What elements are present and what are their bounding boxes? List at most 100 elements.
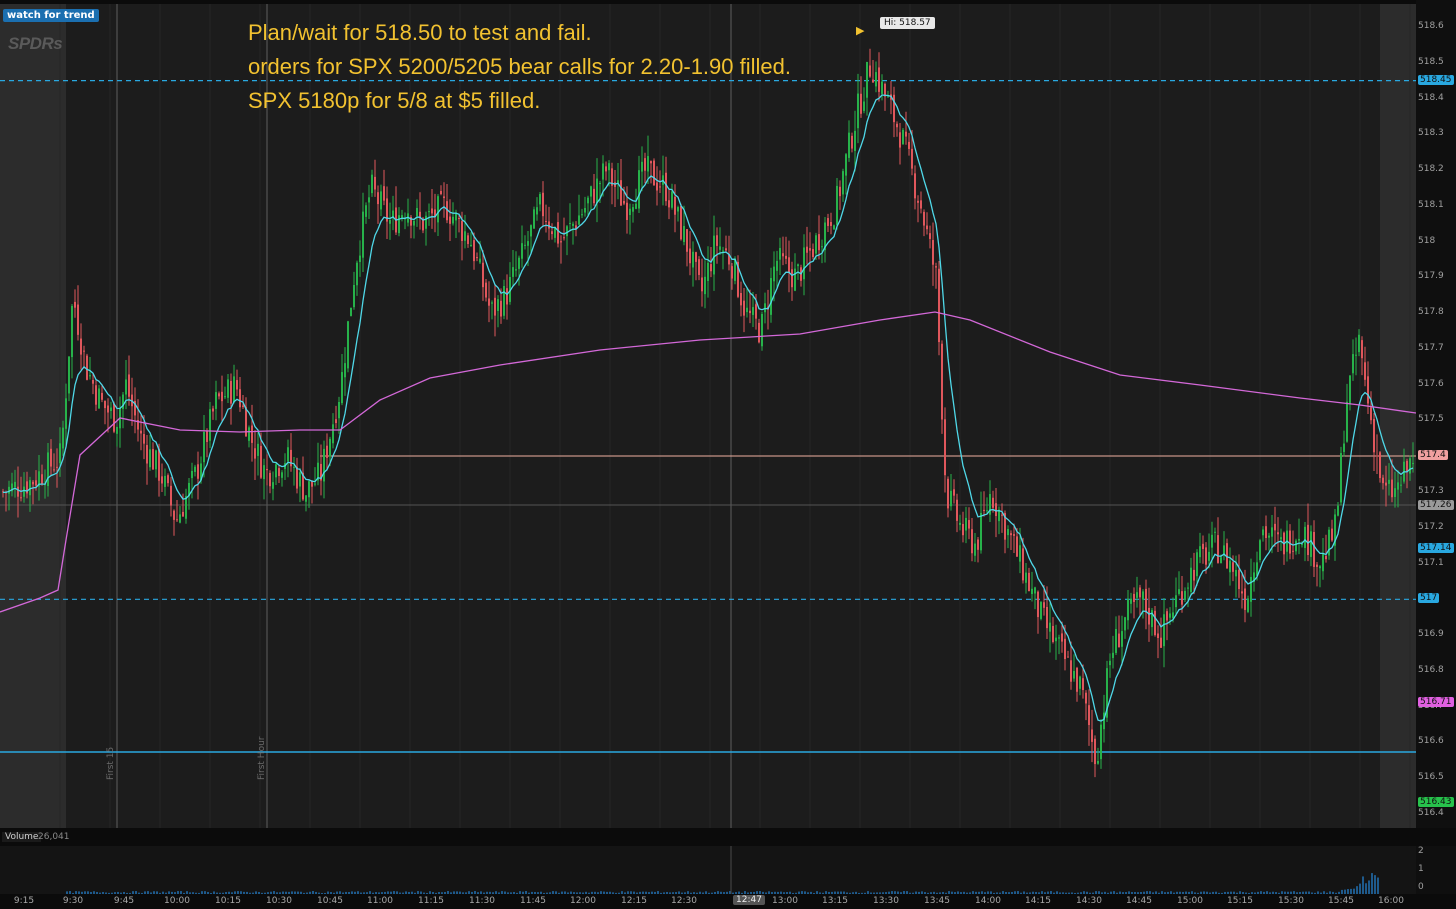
- candle-body: [479, 258, 481, 263]
- candles: [2, 48, 1414, 778]
- candle-body: [1172, 612, 1174, 619]
- candle-body: [521, 243, 523, 259]
- candle-body: [605, 166, 607, 172]
- candle-body: [920, 200, 922, 209]
- candle-body: [866, 61, 868, 98]
- candle-body: [1394, 488, 1396, 497]
- price-pane[interactable]: watch for trend SPDRs Plan/wait for 518.…: [0, 0, 1416, 828]
- candle-body: [215, 392, 217, 409]
- candle-body: [980, 512, 982, 551]
- candle-body: [1010, 533, 1012, 536]
- candle-body: [1016, 536, 1018, 557]
- candle-body: [839, 186, 841, 197]
- play-arrow-icon[interactable]: ▶: [856, 24, 864, 37]
- candle-body: [548, 221, 550, 229]
- price-tick: 516.5: [1418, 772, 1444, 783]
- time-label: 9:30: [62, 896, 84, 906]
- candle-body: [785, 255, 787, 259]
- candle-body: [863, 101, 865, 111]
- candle-body: [470, 244, 472, 247]
- candle-body: [23, 486, 25, 497]
- candle-body: [1412, 463, 1414, 465]
- candle-body: [674, 196, 676, 215]
- candle-body: [128, 374, 130, 397]
- candle-body: [170, 485, 172, 506]
- time-label: 14:15: [1025, 896, 1051, 906]
- candle-body: [1121, 631, 1123, 647]
- candle-body: [296, 466, 298, 489]
- candle-body: [197, 464, 199, 479]
- time-label: 16:00: [1378, 896, 1404, 906]
- candle-body: [596, 178, 598, 204]
- candle-body: [485, 282, 487, 298]
- candle-body: [71, 305, 73, 358]
- candle-body: [641, 161, 643, 172]
- time-label: 10:30: [266, 896, 292, 906]
- time-label: 13:00: [772, 896, 798, 906]
- time-axis[interactable]: 12:47 9:15 9:30 9:45 10:00 10:15 10:30 10:45 11…: [0, 894, 1456, 909]
- candle-body: [701, 277, 703, 292]
- candle-body: [1346, 401, 1348, 442]
- candle-body: [974, 543, 976, 556]
- candle-body: [788, 257, 790, 273]
- trade-note-line: Plan/wait for 518.50 to test and fail.: [248, 20, 592, 45]
- trade-note-line: SPX 5180p for 5/8 at $5 filled.: [248, 88, 541, 113]
- price-chart[interactable]: [0, 0, 1416, 828]
- candle-body: [1034, 587, 1036, 594]
- candle-body: [1259, 540, 1261, 561]
- candle-body: [1160, 637, 1162, 648]
- candle-body: [416, 208, 418, 217]
- candle-body: [1067, 656, 1069, 658]
- price-tick: 517.1: [1418, 557, 1444, 568]
- candle-body: [530, 225, 532, 237]
- candle-body: [341, 372, 343, 404]
- candle-body: [1022, 548, 1024, 581]
- candle-body: [206, 431, 208, 442]
- candle-body: [1220, 557, 1222, 564]
- time-label: 9:15: [13, 896, 35, 906]
- candle-body: [239, 389, 241, 408]
- candle-body: [1304, 526, 1306, 549]
- candle-body: [527, 241, 529, 246]
- candle-body: [257, 443, 259, 456]
- candle-body: [1187, 587, 1189, 589]
- candle-body: [1349, 375, 1351, 405]
- candle-body: [476, 257, 478, 259]
- time-label: 15:00: [1177, 896, 1203, 906]
- candle-body: [1337, 505, 1339, 516]
- candle-body: [227, 379, 229, 398]
- candle-body: [260, 445, 262, 478]
- candle-body: [1214, 531, 1216, 533]
- candle-body: [959, 522, 961, 525]
- volume-bar: [1362, 876, 1364, 894]
- candle-body: [1373, 418, 1375, 453]
- watch-badge[interactable]: watch for trend: [3, 9, 99, 22]
- candle-body: [1139, 587, 1141, 598]
- candle-body: [932, 240, 934, 265]
- candle-body: [221, 391, 223, 402]
- candle-body: [47, 452, 49, 487]
- candle-body: [1097, 760, 1099, 764]
- candle-body: [791, 269, 793, 288]
- candle-body: [305, 495, 307, 502]
- candle-body: [29, 480, 31, 496]
- candle-body: [902, 129, 904, 145]
- candle-body: [1277, 532, 1279, 535]
- trade-note[interactable]: Plan/wait for 518.50 to test and fail. o…: [248, 16, 791, 118]
- candle-body: [68, 356, 70, 394]
- candle-body: [836, 185, 838, 226]
- candle-body: [1094, 738, 1096, 765]
- price-tick: 516.4: [1418, 807, 1444, 818]
- candle-body: [389, 219, 391, 224]
- volume-pane[interactable]: [0, 846, 1416, 894]
- price-axis[interactable]: 518.6 518.5 518.4 518.3 518.2 518.1 518 517.9 51…: [1416, 0, 1456, 828]
- candle-body: [632, 207, 634, 212]
- candle-body: [425, 215, 427, 229]
- candle-body: [599, 183, 601, 185]
- candle-body: [224, 396, 226, 398]
- candle-body: [647, 156, 649, 172]
- candle-body: [941, 343, 943, 420]
- time-label: 12:00: [570, 896, 596, 906]
- candle-body: [101, 392, 103, 400]
- price-tag: 517.14: [1418, 543, 1454, 554]
